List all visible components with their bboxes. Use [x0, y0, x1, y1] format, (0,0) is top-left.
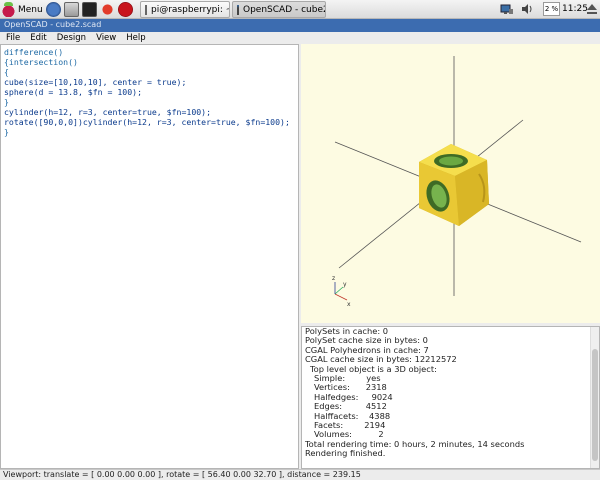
code-editor[interactable]: difference() {intersection() { cube(size…	[0, 44, 299, 469]
eject-icon[interactable]	[586, 3, 598, 15]
globe-icon[interactable]	[46, 1, 61, 18]
volume-icon[interactable]	[520, 2, 534, 16]
gizmo-z-label: z	[332, 275, 335, 282]
console-output[interactable]: PolySets in cache: 0 PolySet cache size …	[301, 326, 600, 469]
console-scrollbar-thumb[interactable]	[592, 349, 598, 461]
menu-help[interactable]: Help	[120, 32, 149, 44]
code-line: {	[4, 67, 9, 77]
code-line: cylinder(h=12, r=3, center=true, $fn=100…	[4, 107, 212, 117]
code-line: }	[4, 127, 9, 137]
network-icon[interactable]	[500, 2, 514, 16]
viewport-canvas[interactable]: x y z	[301, 44, 600, 323]
3d-viewport[interactable]: x y z	[301, 44, 600, 323]
console-scrollbar[interactable]	[590, 327, 599, 468]
code-line: cube(size=[10,10,10], center = true);	[4, 77, 187, 87]
gizmo-x-label: x	[347, 301, 351, 308]
openscad-window-icon	[237, 4, 239, 15]
menu-file[interactable]: File	[0, 32, 24, 44]
menu-design[interactable]: Design	[51, 32, 90, 44]
clock[interactable]: 11:25	[562, 4, 588, 14]
menu-label: Menu	[18, 4, 43, 15]
task-terminal-label: pi@raspberrypi: ~	[151, 4, 230, 15]
task-openscad[interactable]: OpenSCAD - cube2.s...	[232, 1, 326, 18]
status-bar: Viewport: translate = [ 0.00 0.00 0.00 ]…	[0, 469, 600, 480]
menu-edit[interactable]: Edit	[24, 32, 50, 44]
code-line: difference()	[4, 47, 64, 57]
menu-view[interactable]: View	[90, 32, 120, 44]
code-line: }	[4, 97, 9, 107]
wolfram-icon[interactable]	[118, 1, 133, 18]
code-line: {intersection()	[4, 57, 78, 67]
terminal-icon	[145, 4, 147, 15]
taskbar: Menu pi@raspberrypi: ~ OpenSCAD - cube2.…	[0, 0, 600, 19]
burst-icon[interactable]	[100, 1, 115, 18]
task-terminal[interactable]: pi@raspberrypi: ~	[140, 1, 230, 18]
window-titlebar[interactable]: OpenSCAD - cube2.scad	[0, 19, 600, 32]
gizmo-y-label: y	[343, 281, 347, 288]
console-line: Rendering finished.	[305, 448, 386, 459]
file-manager-icon[interactable]	[64, 1, 79, 18]
cpu-usage-indicator: 2 %	[543, 2, 560, 16]
menubar: File Edit Design View Help	[0, 32, 600, 44]
raspberry-pi-icon	[2, 1, 15, 17]
code-line: sphere(d = 13.8, $fn = 100);	[4, 87, 143, 97]
rendered-object	[419, 144, 489, 226]
window-title: OpenSCAD - cube2.scad	[4, 20, 102, 29]
menu-button[interactable]: Menu	[2, 1, 43, 18]
task-openscad-label: OpenSCAD - cube2.s...	[243, 4, 326, 15]
viewport-status-text: Viewport: translate = [ 0.00 0.00 0.00 ]…	[3, 470, 361, 479]
code-line: rotate([90,0,0])cylinder(h=12, r=3, cent…	[4, 117, 290, 127]
axis-gizmo: x y z	[332, 275, 351, 308]
terminal-launcher-icon[interactable]	[82, 1, 97, 18]
